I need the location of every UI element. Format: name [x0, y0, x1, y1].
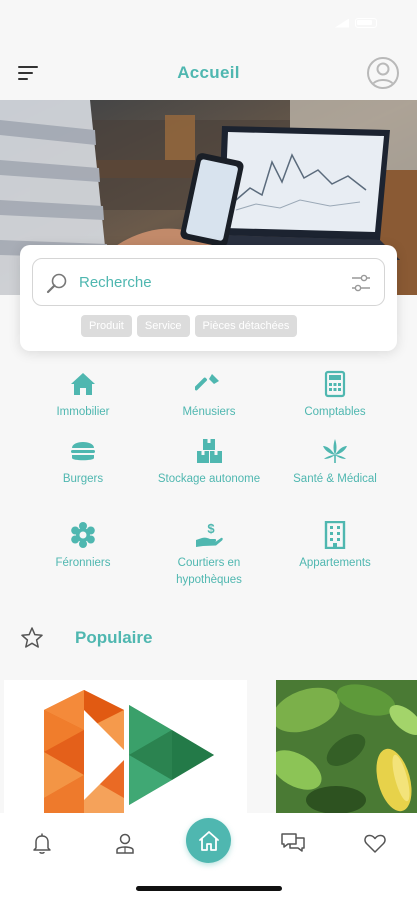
category-sante-medical[interactable]: Santé & Médical — [270, 437, 400, 488]
popular-section-header: Populaire — [0, 622, 417, 654]
category-label: Appartements — [299, 557, 371, 569]
category-label: Féronniers — [55, 557, 111, 569]
category-courtiers-hypotheques[interactable]: $ Courtiers en hypothèques — [144, 521, 274, 589]
hand-dollar-icon: $ — [196, 521, 223, 547]
svg-text:$: $ — [207, 521, 215, 536]
category-feronniers[interactable]: Féronniers — [18, 521, 148, 572]
chat-icon[interactable] — [280, 831, 306, 855]
category-label: Courtiers en hypothèques — [176, 557, 242, 586]
category-label: Stockage autonome — [157, 473, 261, 485]
screwdriver-icon — [195, 374, 219, 391]
category-appartements[interactable]: Appartements — [270, 521, 400, 572]
chip-pieces-detachees[interactable]: Pièces détachées — [194, 315, 298, 337]
battery-icon — [355, 18, 377, 28]
search-icon — [46, 273, 67, 294]
filter-icon[interactable] — [350, 272, 372, 294]
home-indicator — [136, 886, 282, 891]
home-icon — [71, 373, 95, 395]
avatar[interactable] — [367, 57, 399, 89]
search-input[interactable] — [79, 269, 339, 295]
home-icon — [198, 830, 219, 851]
search-chips: Produit Service Pièces détachées — [81, 315, 298, 337]
popular-card[interactable] — [276, 680, 417, 815]
heart-icon[interactable] — [363, 831, 387, 855]
user-icon[interactable] — [113, 831, 137, 855]
page-title: Accueil — [177, 63, 240, 82]
plant-photo-image — [276, 680, 417, 815]
top-bar: Accueil — [0, 46, 417, 100]
category-immobilier[interactable]: Immobilier — [18, 370, 148, 421]
category-label: Ménusiers — [182, 406, 236, 418]
boxes-icon — [197, 439, 222, 463]
popular-card[interactable] — [4, 680, 247, 815]
calculator-icon — [324, 370, 346, 398]
category-label: Burgers — [62, 473, 104, 485]
category-burgers[interactable]: Burgers — [18, 437, 148, 488]
popular-title: Populaire — [75, 628, 153, 647]
signal-icon — [335, 18, 349, 28]
status-bar — [0, 0, 417, 46]
menu-icon[interactable] — [18, 66, 38, 82]
burger-icon — [71, 442, 95, 461]
chip-produit[interactable]: Produit — [81, 315, 132, 337]
bell-icon[interactable] — [30, 831, 54, 855]
category-label: Santé & Médical — [293, 473, 377, 485]
status-icons — [335, 18, 377, 28]
category-stockage-autonome[interactable]: Stockage autonome — [144, 437, 274, 488]
building-icon — [324, 521, 346, 549]
brand-logo-image — [4, 680, 247, 815]
bottom-nav — [0, 813, 417, 900]
category-label: Immobilier — [56, 406, 110, 418]
cannabis-leaf-icon — [323, 439, 347, 463]
gear-flower-icon — [71, 522, 95, 548]
home-button[interactable] — [186, 818, 231, 863]
category-menusiers[interactable]: Ménusiers — [144, 370, 274, 421]
category-label: Comptables — [304, 406, 366, 418]
user-avatar-icon — [371, 62, 395, 87]
search-box[interactable] — [32, 258, 385, 306]
search-card: Produit Service Pièces détachées — [20, 245, 397, 351]
star-icon — [21, 627, 43, 648]
category-comptables[interactable]: Comptables — [270, 370, 400, 421]
chip-service[interactable]: Service — [136, 315, 190, 337]
